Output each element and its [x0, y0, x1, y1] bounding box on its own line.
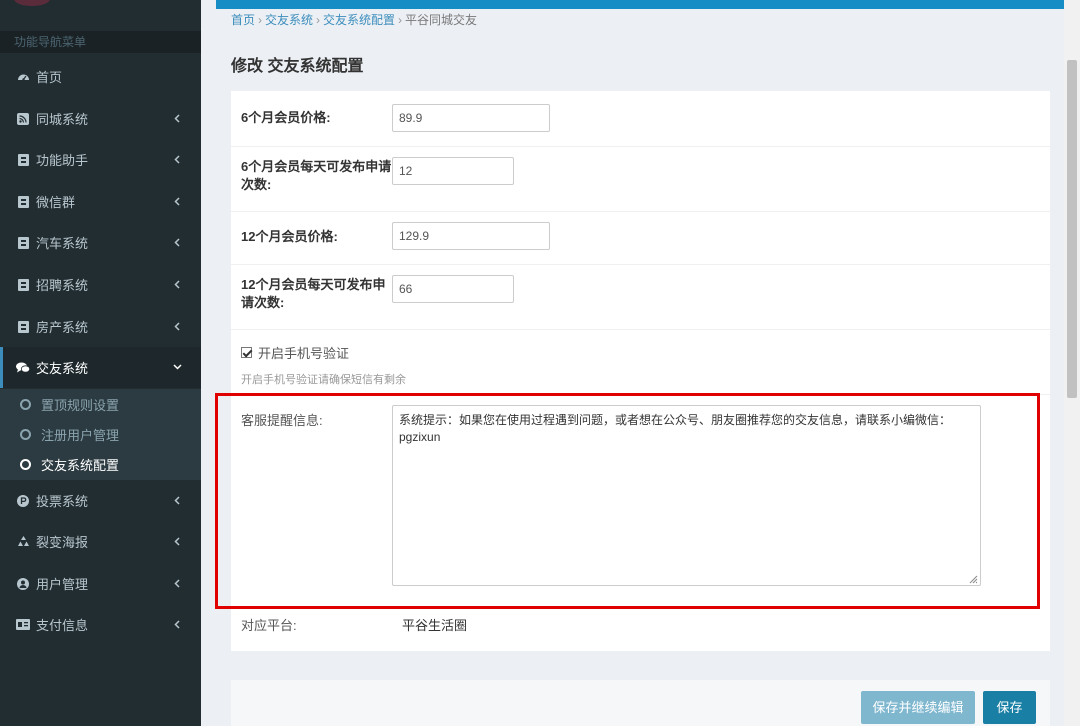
save-continue-button[interactable]: 保存并继续编辑	[861, 691, 975, 724]
rss-icon	[16, 112, 30, 126]
user-circle-icon	[16, 577, 30, 591]
breadcrumb-separator: ›	[398, 13, 403, 27]
sidebar-item-poster[interactable]: 裂变海报	[0, 521, 201, 562]
platform-value: 平谷生活圈	[402, 618, 468, 633]
logo	[14, 0, 50, 6]
breadcrumb-dating-link[interactable]: 交友系统	[265, 13, 313, 27]
submenu-item-registered-users[interactable]: 注册用户管理	[0, 419, 201, 449]
sidebar-item-label: 投票系统	[36, 494, 89, 509]
phone-verify-row: 开启手机号验证	[241, 343, 349, 362]
sidebar-item-car[interactable]: 汽车系统	[0, 222, 201, 263]
chevron-left-icon	[171, 493, 183, 507]
sidebar-item-label: 支付信息	[36, 618, 89, 633]
breadcrumb-separator: ›	[316, 13, 321, 27]
sidebar-item-home[interactable]: 首页	[0, 56, 201, 97]
comments-icon	[16, 361, 30, 375]
chevron-left-icon	[171, 617, 183, 631]
sidebar-item-users[interactable]: 用户管理	[0, 563, 201, 604]
chevron-down-icon	[171, 360, 183, 374]
dashboard-icon	[16, 70, 30, 84]
scrollbar-thumb[interactable]	[1067, 60, 1077, 398]
sidebar: 功能导航菜单 首页 同城系统 功能助手 微信群 汽车系统 招聘系统 房产系统 交…	[0, 0, 201, 726]
apply-12m-label-line2: 请次数:	[241, 295, 285, 310]
chevron-left-icon	[171, 534, 183, 548]
book-icon	[16, 153, 30, 167]
save-button[interactable]: 保存	[983, 691, 1036, 724]
price-12m-label: 12个月会员价格:	[241, 229, 338, 244]
sidebar-item-label: 功能助手	[36, 153, 89, 168]
book-icon	[16, 278, 30, 292]
breadcrumb-config-link[interactable]: 交友系统配置	[323, 13, 395, 27]
submenu-item-dating-config[interactable]: 交友系统配置	[0, 449, 201, 479]
chevron-left-icon	[171, 576, 183, 590]
header-bar	[216, 0, 1064, 9]
sidebar-item-property[interactable]: 房产系统	[0, 306, 201, 347]
breadcrumb: 首页 › 交友系统 › 交友系统配置 › 平谷同城交友	[231, 11, 477, 28]
sidebar-item-wechat-group[interactable]: 微信群	[0, 181, 201, 222]
apply-6m-label: 6个月会员每天可发布申请 次数:	[241, 158, 391, 194]
sidebar-item-voting[interactable]: 投票系统	[0, 480, 201, 521]
circle-icon	[20, 428, 31, 440]
apply-12m-label: 12个月会员每天可发布申 请次数:	[241, 276, 385, 312]
chevron-left-icon	[171, 319, 183, 333]
platform-label: 对应平台:	[241, 618, 297, 633]
product-hunt-icon	[16, 494, 30, 508]
apply-6m-label-line2: 次数:	[241, 177, 272, 192]
price-6m-label: 6个月会员价格:	[241, 110, 331, 125]
chevron-left-icon	[171, 111, 183, 125]
chevron-left-icon	[171, 152, 183, 166]
apply-12m-label-line1: 12个月会员每天可发布申	[241, 277, 386, 292]
chevron-left-icon	[171, 277, 183, 291]
sidebar-item-label: 裂变海报	[36, 535, 89, 550]
sidebar-header: 功能导航菜单	[0, 31, 201, 53]
divider	[231, 329, 1050, 330]
circle-icon	[20, 458, 31, 470]
recycle-icon	[16, 535, 30, 549]
submenu-item-label: 注册用户管理	[41, 427, 120, 443]
chevron-left-icon	[171, 194, 183, 208]
dating-submenu: 置顶规则设置 注册用户管理 交友系统配置	[0, 389, 201, 480]
book-icon	[16, 195, 30, 209]
sidebar-item-label: 首页	[36, 70, 63, 85]
divider	[231, 211, 1050, 212]
sidebar-item-jobs[interactable]: 招聘系统	[0, 264, 201, 305]
submenu-item-pin-rules[interactable]: 置顶规则设置	[0, 389, 201, 419]
chevron-left-icon	[171, 235, 183, 249]
sidebar-item-label: 同城系统	[36, 112, 89, 127]
book-icon	[16, 320, 30, 334]
breadcrumb-separator: ›	[258, 13, 263, 27]
divider	[231, 146, 1050, 147]
price-6m-input[interactable]: 89.9	[392, 104, 550, 132]
highlight-box	[215, 393, 1040, 609]
sidebar-item-label: 房产系统	[36, 320, 89, 335]
submenu-item-label: 置顶规则设置	[41, 397, 120, 413]
apply-12m-input[interactable]: 66	[392, 275, 514, 303]
breadcrumb-current: 平谷同城交友	[405, 13, 478, 27]
sidebar-item-label: 微信群	[36, 195, 76, 210]
sidebar-item-label: 用户管理	[36, 577, 89, 592]
phone-verify-checkbox[interactable]	[241, 347, 252, 358]
apply-6m-input[interactable]: 12	[392, 157, 514, 185]
submenu-item-label: 交友系统配置	[41, 457, 120, 473]
divider	[231, 264, 1050, 265]
sidebar-item-label: 招聘系统	[36, 278, 89, 293]
circle-icon	[20, 398, 31, 410]
id-card-icon	[16, 618, 30, 632]
sidebar-item-assistant[interactable]: 功能助手	[0, 139, 201, 180]
price-12m-input[interactable]: 129.9	[392, 222, 550, 250]
sidebar-item-label: 汽车系统	[36, 236, 89, 251]
apply-6m-label-line1: 6个月会员每天可发布申请	[241, 159, 392, 174]
breadcrumb-home-link[interactable]: 首页	[231, 13, 255, 27]
sidebar-item-city[interactable]: 同城系统	[0, 98, 201, 139]
phone-verify-help: 开启手机号验证请确保短信有剩余	[241, 374, 406, 386]
page-title: 修改 交友系统配置	[231, 58, 364, 75]
sidebar-item-dating[interactable]: 交友系统	[0, 347, 201, 388]
sidebar-item-label: 交友系统	[36, 361, 89, 376]
phone-verify-label: 开启手机号验证	[258, 346, 350, 361]
sidebar-item-payment[interactable]: 支付信息	[0, 604, 201, 645]
book-icon	[16, 236, 30, 250]
